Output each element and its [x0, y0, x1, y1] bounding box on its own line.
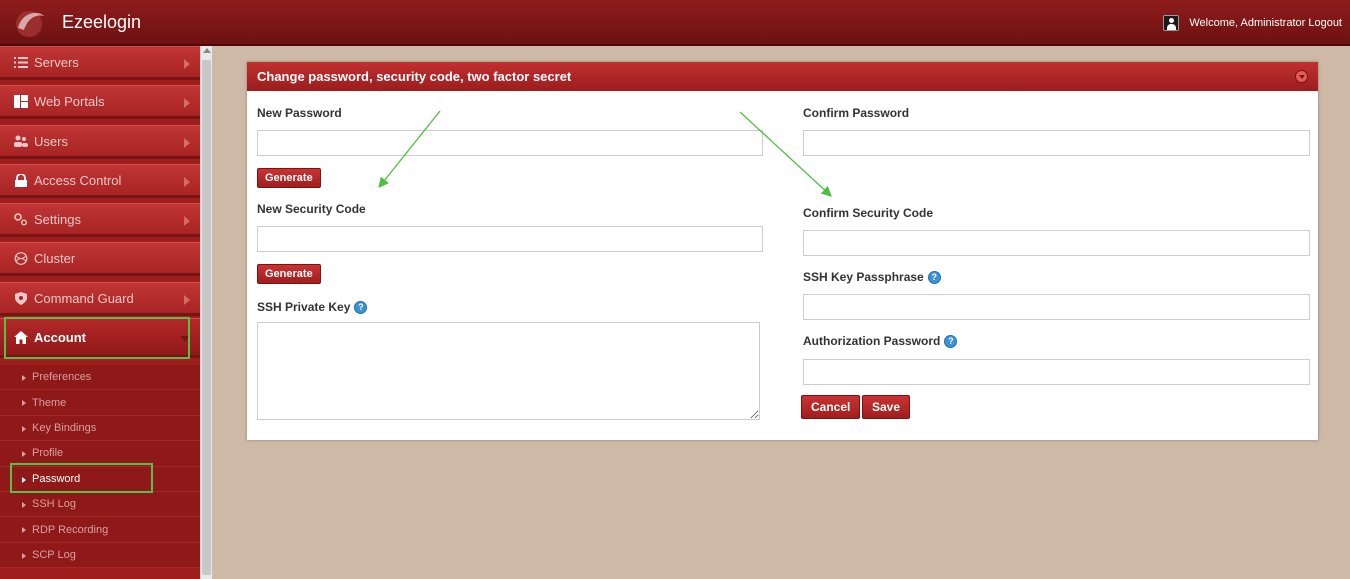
ssh-private-key-label-row: SSH Private Key ? — [257, 300, 368, 314]
new-security-code-label: New Security Code — [257, 202, 366, 216]
new-security-code-input[interactable] — [257, 226, 763, 252]
users-icon — [14, 135, 28, 148]
generate-password-button[interactable]: Generate — [257, 168, 321, 188]
highlight-box-password — [10, 463, 153, 493]
confirm-security-code-input[interactable] — [803, 230, 1310, 256]
confirm-security-code-label: Confirm Security Code — [803, 206, 934, 220]
submenu-item-key-bindings[interactable]: Key Bindings — [0, 416, 200, 442]
submenu-item-rdp-recording[interactable]: RDP Recording — [0, 517, 200, 543]
help-icon[interactable]: ? — [944, 334, 958, 348]
grid-icon — [14, 94, 28, 108]
confirm-password-input[interactable] — [803, 130, 1310, 156]
chevron-right-icon — [184, 98, 190, 108]
cancel-button[interactable]: Cancel — [801, 395, 861, 419]
change-password-panel: Change password, security code, two fact… — [247, 62, 1318, 440]
submenu-item-ssh-log[interactable]: SSH Log — [0, 492, 200, 518]
save-button[interactable]: Save — [862, 395, 911, 419]
sidebar-item-servers[interactable]: Servers — [0, 46, 200, 80]
ssh-private-key-textarea[interactable] — [257, 322, 760, 420]
ssh-private-key-label: SSH Private Key — [257, 300, 351, 314]
sidebar-item-settings[interactable]: Settings — [0, 203, 200, 237]
confirm-password-label: Confirm Password — [803, 106, 910, 120]
chevron-right-icon — [184, 59, 190, 69]
submenu-item-theme[interactable]: Theme — [0, 390, 200, 416]
shield-icon — [14, 291, 28, 305]
ssh-key-passphrase-label: SSH Key Passphrase — [803, 270, 924, 284]
list-icon — [14, 56, 28, 69]
sidebar-item-command-guard[interactable]: Command Guard — [0, 282, 200, 316]
submenu-item-scp-log[interactable]: SCP Log — [0, 543, 200, 569]
new-password-input[interactable] — [257, 130, 763, 156]
help-icon[interactable]: ? — [927, 270, 941, 284]
sidebar-item-cluster[interactable]: Cluster — [0, 242, 200, 276]
scroll-up-icon[interactable] — [203, 48, 211, 53]
user-icon[interactable] — [1163, 15, 1180, 31]
logo-icon — [16, 11, 44, 37]
chevron-right-icon — [184, 138, 190, 148]
sidebar-item-users[interactable]: Users — [0, 125, 200, 159]
collapse-icon[interactable] — [1295, 70, 1308, 83]
ssh-key-passphrase-label-row: SSH Key Passphrase ? — [803, 270, 941, 284]
welcome-area: Welcome, Administrator Logout — [1163, 15, 1342, 31]
generate-security-code-button[interactable]: Generate — [257, 264, 321, 284]
chevron-right-icon — [184, 216, 190, 226]
authorization-password-label: Authorization Password — [803, 334, 941, 348]
top-bar: Ezeelogin Welcome, Administrator Logout — [0, 0, 1350, 46]
sidebar-scrollbar[interactable] — [200, 46, 212, 579]
new-password-label: New Password — [257, 106, 342, 120]
chevron-right-icon — [184, 295, 190, 305]
app-title: Ezeelogin — [62, 12, 142, 32]
ssh-key-passphrase-input[interactable] — [803, 294, 1310, 320]
cluster-icon — [14, 251, 28, 265]
welcome-logout-text[interactable]: Welcome, Administrator Logout — [1189, 17, 1342, 29]
gears-icon — [14, 212, 28, 226]
sidebar-item-web-portals[interactable]: Web Portals — [0, 85, 200, 119]
submenu-item-preferences[interactable]: Preferences — [0, 365, 200, 391]
scroll-thumb[interactable] — [202, 60, 211, 575]
authorization-password-input[interactable] — [803, 359, 1310, 385]
panel-title: Change password, security code, two fact… — [257, 69, 572, 84]
chevron-right-icon — [184, 177, 190, 187]
highlight-box-account — [4, 317, 190, 359]
lock-icon — [14, 172, 28, 187]
sidebar-item-access-control[interactable]: Access Control — [0, 164, 200, 198]
help-icon[interactable]: ? — [354, 300, 368, 314]
panel-header: Change password, security code, two fact… — [247, 62, 1318, 91]
authorization-password-label-row: Authorization Password ? — [803, 334, 958, 348]
